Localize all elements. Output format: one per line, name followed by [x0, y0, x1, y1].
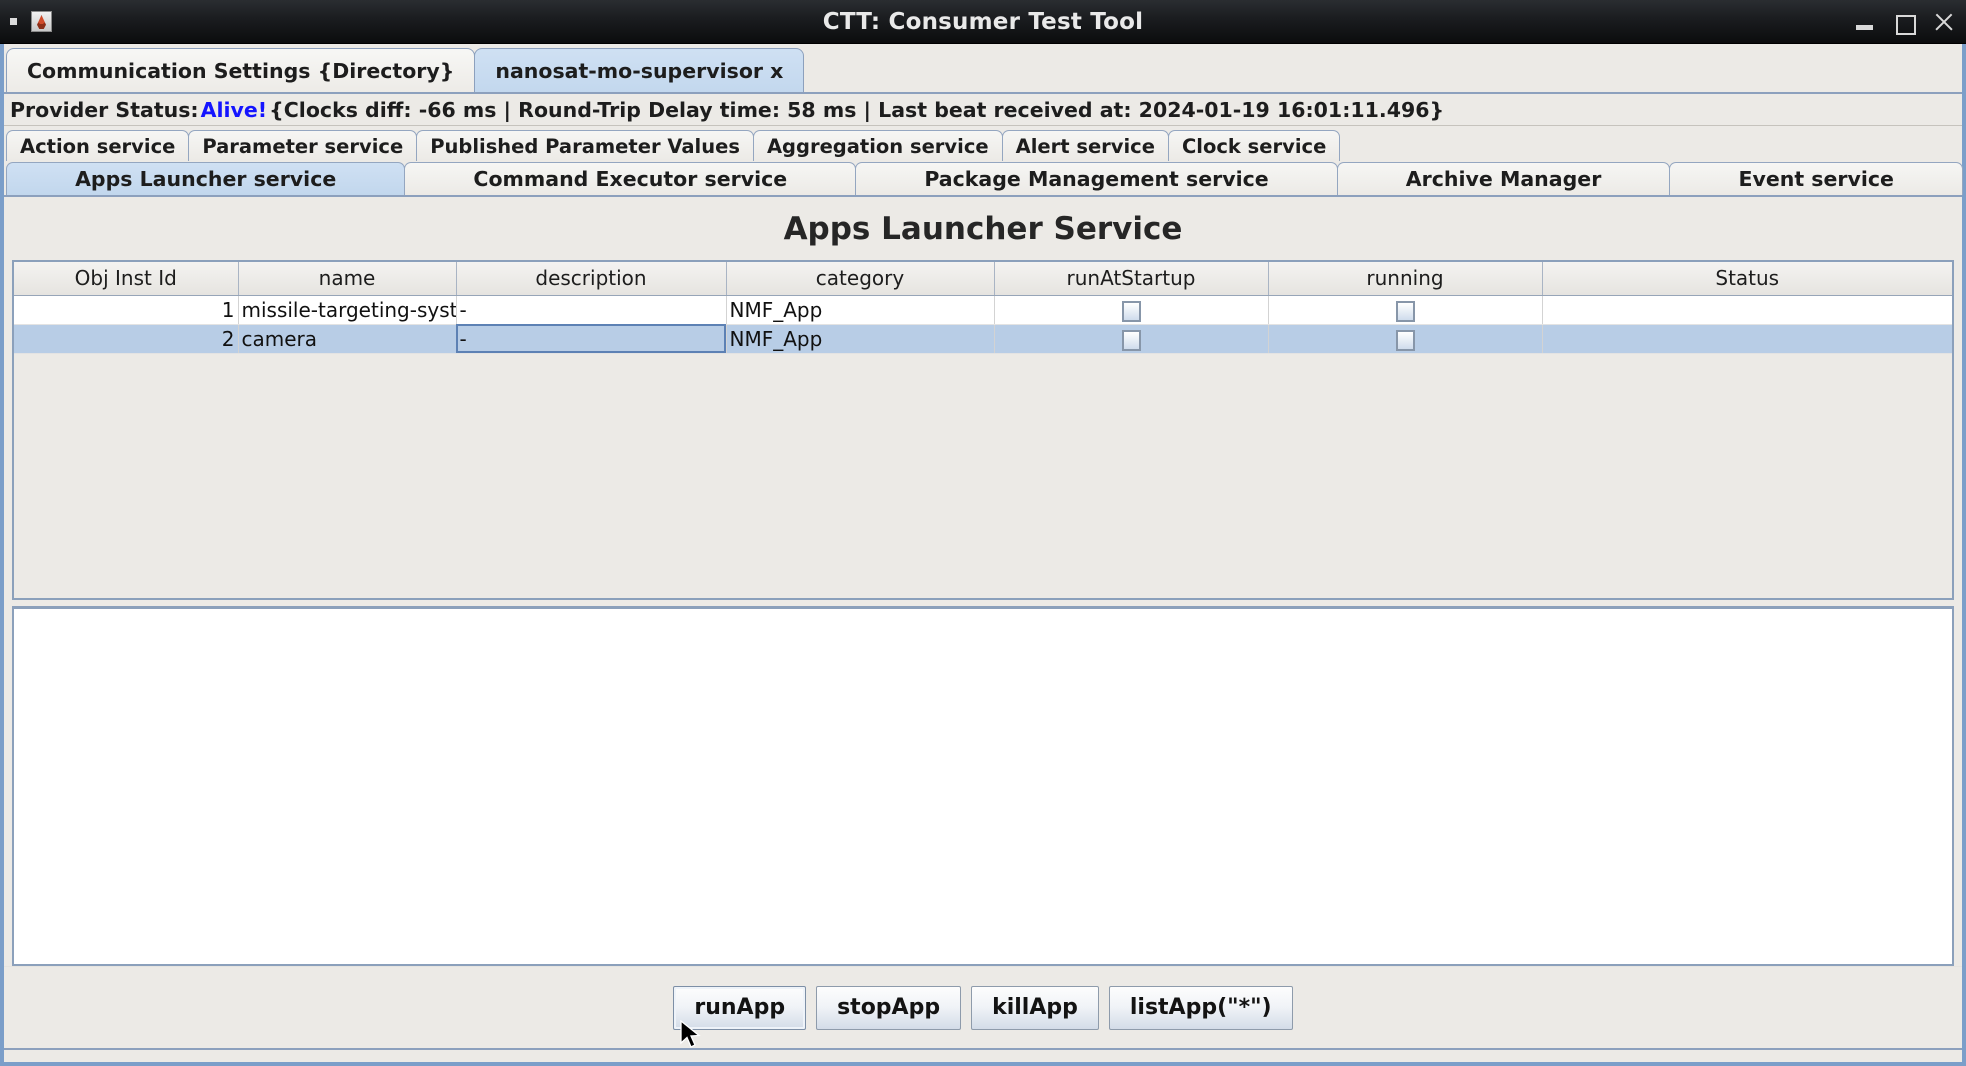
provider-status-prefix: Provider Status: [10, 97, 199, 122]
table-header-row: Obj Inst Id name description category ru… [14, 262, 1952, 296]
tab-alert-service[interactable]: Alert service [1001, 130, 1169, 161]
action-button-bar: runApp stopApp killApp listApp("*") [4, 966, 1962, 1048]
tab-label: Event service [1738, 167, 1894, 191]
cell-description[interactable]: - [456, 324, 727, 354]
apps-table: Obj Inst Id name description category ru… [14, 262, 1952, 354]
maximize-icon[interactable] [1893, 11, 1916, 35]
tab-clock-service[interactable]: Clock service [1167, 130, 1341, 161]
column-header-category[interactable]: category [726, 262, 995, 296]
window-content: Communication Settings {Directory} nanos… [0, 44, 1966, 1066]
column-header-obj-inst-id[interactable]: Obj Inst Id [14, 262, 239, 296]
column-header-running[interactable]: running [1268, 262, 1543, 296]
column-header-description[interactable]: description [456, 262, 727, 296]
table-row[interactable]: 1 missile-targeting-syst... - NMF_App [14, 295, 1952, 325]
cell-running[interactable] [1268, 295, 1543, 325]
column-header-status[interactable]: Status [1542, 262, 1952, 296]
list-app-button[interactable]: listApp("*") [1108, 985, 1293, 1030]
run-at-startup-checkbox[interactable] [1121, 300, 1141, 322]
cell-status[interactable] [1542, 295, 1952, 325]
button-label: listApp("*") [1129, 995, 1272, 1020]
titlebar-left-group [0, 11, 52, 32]
cell-run-at-startup[interactable] [994, 324, 1269, 354]
service-tabs-row-1: Action service Parameter service Publish… [4, 129, 1962, 161]
page-title: Apps Launcher Service [783, 211, 1183, 247]
cell-description[interactable]: - [456, 295, 727, 325]
provider-status-value: Alive! [200, 97, 268, 122]
application-window: CTT: Consumer Test Tool Communication Se… [0, 0, 1966, 1066]
column-header-name[interactable]: name [238, 262, 457, 296]
run-app-button[interactable]: runApp [673, 985, 807, 1030]
cell-obj-inst-id[interactable]: 1 [14, 295, 239, 325]
provider-status-details: {Clocks diff: -66 ms | Round-Trip Delay … [269, 97, 1445, 122]
provider-status-bar: Provider Status: Alive! {Clocks diff: -6… [4, 92, 1962, 126]
button-label: runApp [694, 995, 786, 1020]
tab-label: Published Parameter Values [430, 134, 740, 158]
tab-label: Communication Settings {Directory} [27, 58, 455, 83]
tab-parameter-service[interactable]: Parameter service [188, 130, 418, 161]
column-header-run-at-startup[interactable]: runAtStartup [994, 262, 1269, 296]
tab-label: Action service [20, 134, 176, 158]
running-checkbox[interactable] [1395, 300, 1415, 322]
cell-obj-inst-id[interactable]: 2 [14, 324, 239, 354]
tab-command-executor-service[interactable]: Command Executor service [404, 162, 857, 195]
tab-published-parameter-values[interactable]: Published Parameter Values [416, 130, 754, 161]
tab-aggregation-service[interactable]: Aggregation service [752, 130, 1003, 161]
tab-label: Apps Launcher service [75, 167, 337, 191]
minimize-icon[interactable] [1854, 11, 1876, 33]
window-menu-dot-icon[interactable] [10, 18, 17, 25]
table-row[interactable]: 2 camera - NMF_App [14, 324, 1952, 354]
tab-label: Parameter service [202, 134, 404, 158]
tab-label: Archive Manager [1405, 167, 1602, 191]
running-checkbox[interactable] [1395, 329, 1415, 351]
tab-label: Alert service [1015, 134, 1155, 158]
service-tabs: Action service Parameter service Publish… [4, 126, 1963, 195]
apps-table-container[interactable]: Obj Inst Id name description category ru… [12, 260, 1954, 600]
app-icon [31, 11, 52, 32]
tab-action-service[interactable]: Action service [6, 130, 190, 161]
button-label: stopApp [837, 995, 941, 1020]
titlebar-window-controls [1854, 0, 1954, 44]
cell-run-at-startup[interactable] [994, 295, 1269, 325]
bottom-status-strip [4, 1048, 1962, 1062]
window-title: CTT: Consumer Test Tool [822, 9, 1144, 35]
table-empty-space [14, 353, 1952, 598]
tab-label: Package Management service [924, 167, 1269, 191]
service-tabs-row-2: Apps Launcher service Command Executor s… [4, 161, 1963, 195]
close-icon[interactable] [1932, 11, 1954, 33]
tab-label: Aggregation service [766, 134, 989, 158]
cell-category[interactable]: NMF_App [726, 324, 995, 354]
cell-name[interactable]: camera [238, 324, 457, 354]
window-titlebar: CTT: Consumer Test Tool [0, 0, 1966, 44]
connection-tabs: Communication Settings {Directory} nanos… [4, 44, 1962, 92]
cell-status[interactable] [1542, 324, 1952, 354]
tab-apps-launcher-service[interactable]: Apps Launcher service [6, 162, 406, 195]
tab-label: nanosat-mo-supervisor x [495, 58, 784, 83]
tab-communication-settings[interactable]: Communication Settings {Directory} [6, 48, 476, 92]
apps-launcher-panel: Apps Launcher Service Obj Inst Id name d… [4, 195, 1962, 1062]
tab-nanosat-mo-supervisor[interactable]: nanosat-mo-supervisor x [474, 48, 805, 92]
tab-label: Clock service [1181, 134, 1327, 158]
output-textarea[interactable] [12, 606, 1954, 966]
cell-running[interactable] [1268, 324, 1543, 354]
tab-event-service[interactable]: Event service [1669, 162, 1963, 195]
cell-category[interactable]: NMF_App [726, 295, 995, 325]
kill-app-button[interactable]: killApp [971, 985, 1099, 1030]
button-label: killApp [992, 995, 1078, 1020]
tab-archive-manager[interactable]: Archive Manager [1336, 162, 1671, 195]
cell-name[interactable]: missile-targeting-syst... [238, 295, 457, 325]
stop-app-button[interactable]: stopApp [816, 985, 962, 1030]
tab-package-management-service[interactable]: Package Management service [855, 162, 1338, 195]
run-at-startup-checkbox[interactable] [1121, 329, 1141, 351]
tab-label: Command Executor service [473, 167, 788, 191]
